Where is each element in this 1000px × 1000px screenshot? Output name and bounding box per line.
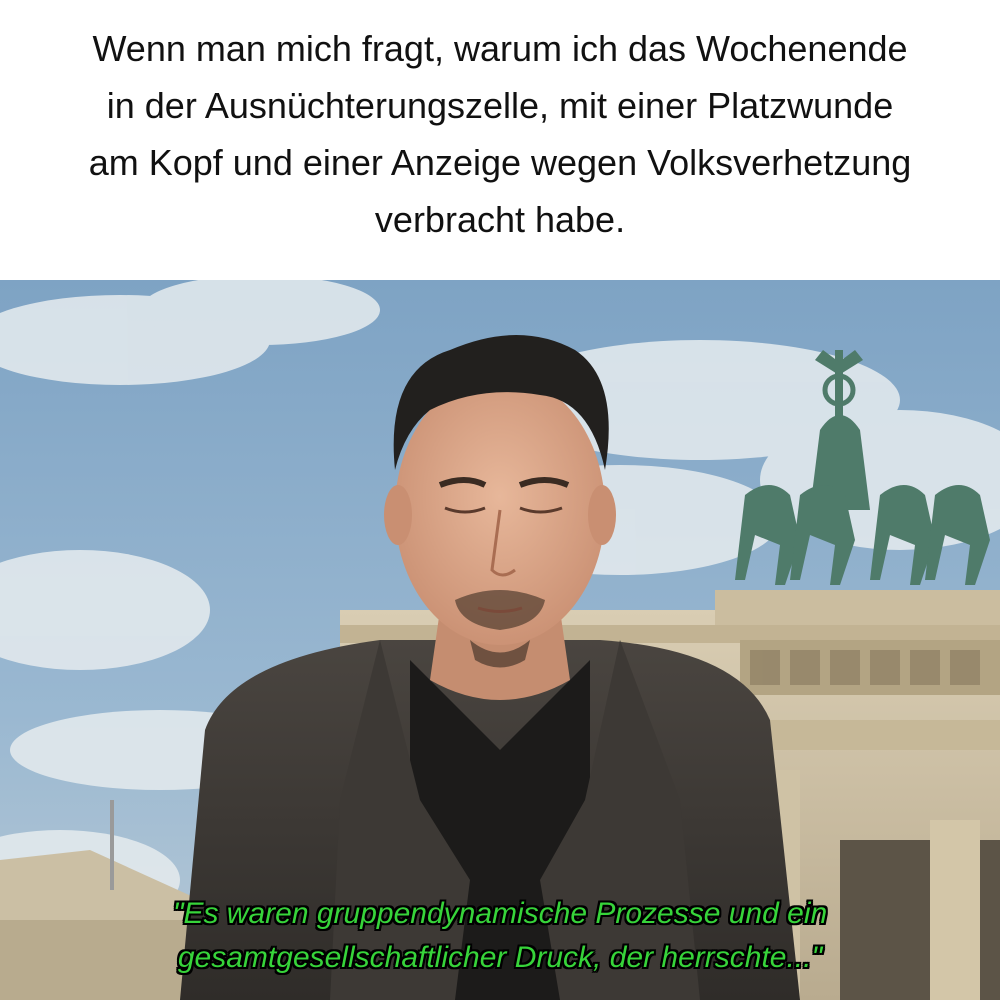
subtitle-line: "Es waren gruppendynamische Prozesse und… bbox=[172, 897, 828, 930]
subtitle-line: gesamtgesellschaftlicher Druck, der herr… bbox=[177, 941, 823, 974]
video-subtitle: "Es waren gruppendynamische Prozesse und… bbox=[0, 892, 1000, 980]
caption-line: am Kopf und einer Anzeige wegen Volksver… bbox=[88, 142, 912, 183]
caption-text: Wenn man mich fragt, warum ich das Woche… bbox=[20, 20, 980, 248]
caption-line: in der Ausnüchterungszelle, mit einer Pl… bbox=[106, 85, 894, 126]
caption-line: Wenn man mich fragt, warum ich das Woche… bbox=[92, 28, 908, 69]
meme-caption: Wenn man mich fragt, warum ich das Woche… bbox=[0, 0, 1000, 280]
caption-line: verbracht habe. bbox=[374, 199, 626, 240]
